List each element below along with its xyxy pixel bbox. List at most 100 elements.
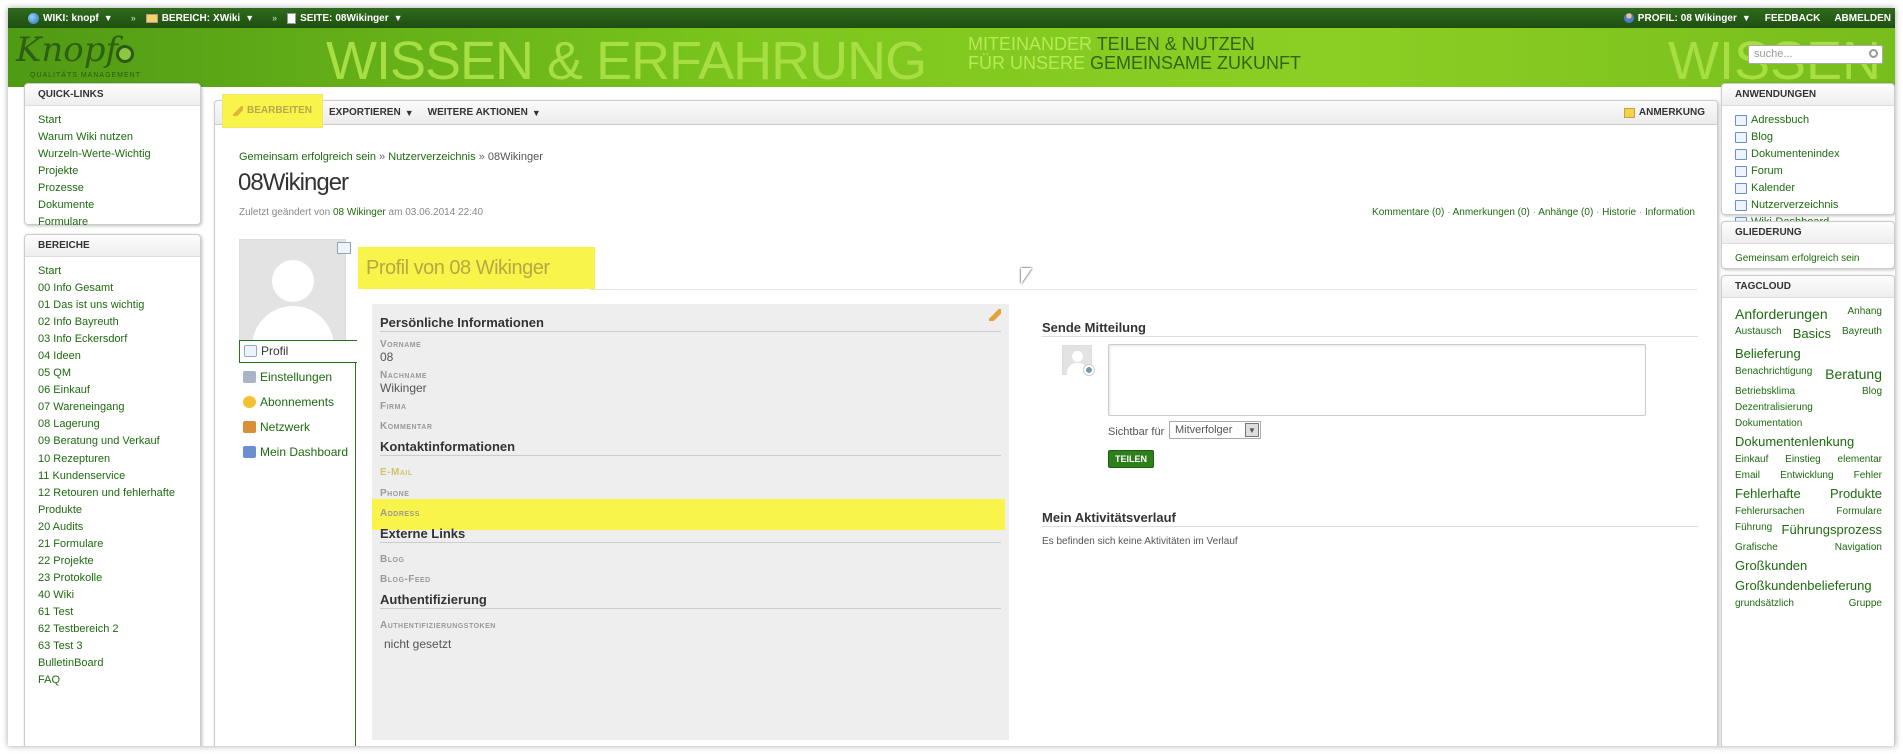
page-menu[interactable]: SEITE: 08Wikinger ▼: [287, 12, 403, 24]
tag-link[interactable]: Dezentralisierung: [1735, 400, 1813, 416]
tag-link[interactable]: Führungsprozess: [1782, 520, 1882, 540]
area-item[interactable]: 00 Info Gesamt: [38, 280, 200, 297]
page-info-link[interactable]: Anhänge (0): [1538, 207, 1593, 218]
area-item[interactable]: Produkte: [38, 502, 200, 519]
tag-link[interactable]: Großkundenbelieferung: [1735, 576, 1872, 596]
profile-menu[interactable]: PROFIL: 08 Wikinger ▼: [1623, 13, 1751, 24]
quicklink-item[interactable]: Wurzeln-Werte-Wichtig: [38, 146, 200, 163]
tag-link[interactable]: Anhang: [1848, 304, 1882, 324]
tag-link[interactable]: Email: [1735, 468, 1760, 484]
tag-link[interactable]: Anforderungen: [1735, 304, 1828, 324]
tag-link[interactable]: Austausch: [1735, 324, 1782, 344]
page-info-link[interactable]: Anmerkungen (0): [1453, 207, 1530, 218]
area-item[interactable]: 09 Beratung und Verkauf: [38, 433, 200, 450]
area-item[interactable]: FAQ: [38, 672, 200, 689]
app-item[interactable]: Forum: [1735, 163, 1894, 180]
area-item[interactable]: 03 Info Eckersdorf: [38, 331, 200, 348]
area-item[interactable]: 08 Lagerung: [38, 416, 200, 433]
feedback-link[interactable]: FEEDBACK: [1765, 13, 1821, 24]
wiki-menu[interactable]: WIKI: knopf ▼: [28, 12, 113, 24]
tag-link[interactable]: Formulare: [1836, 504, 1882, 520]
area-item[interactable]: 01 Das ist uns wichtig: [38, 297, 200, 314]
tag-link[interactable]: Grafische: [1735, 540, 1778, 556]
quicklink-item[interactable]: Dokumente: [38, 197, 200, 214]
area-item[interactable]: 12 Retouren und fehlerhafte: [38, 485, 200, 502]
edit-avatar-icon[interactable]: [337, 242, 351, 254]
tag-link[interactable]: Fehlerhafte: [1735, 484, 1801, 504]
app-item[interactable]: Adressbuch: [1735, 112, 1894, 129]
app-item[interactable]: Nutzerverzeichnis: [1735, 197, 1894, 214]
tag-link[interactable]: Fehler: [1854, 468, 1882, 484]
tag-link[interactable]: Dokumentation: [1735, 416, 1802, 432]
area-item[interactable]: Start: [38, 263, 200, 280]
outline-item[interactable]: Gemeinsam erfolgreich sein: [1735, 250, 1894, 267]
search-input[interactable]: suche...: [1748, 45, 1883, 64]
tag-link[interactable]: elementar: [1838, 452, 1882, 468]
area-item[interactable]: 22 Projekte: [38, 553, 200, 570]
quicklink-item[interactable]: Start: [38, 112, 200, 129]
area-item[interactable]: 40 Wiki: [38, 587, 200, 604]
edit-button[interactable]: BEARBEITEN: [223, 94, 323, 127]
tag-link[interactable]: Bayreuth: [1842, 324, 1882, 344]
quicklink-item[interactable]: Projekte: [38, 163, 200, 180]
page-info-link[interactable]: Kommentare (0): [1372, 207, 1444, 218]
tag-link[interactable]: Fehlerursachen: [1735, 504, 1804, 520]
tag-link[interactable]: Basics: [1793, 324, 1831, 344]
page-info-link[interactable]: Historie: [1602, 207, 1636, 218]
area-menu[interactable]: BEREICH: XWiki ▼: [145, 13, 254, 24]
author-link[interactable]: 08 Wikinger: [333, 207, 386, 218]
tag-link[interactable]: Einstieg: [1785, 452, 1821, 468]
quicklink-item[interactable]: Warum Wiki nutzen: [38, 129, 200, 146]
visibility-select[interactable]: Mitverfolger ▼: [1169, 421, 1261, 439]
area-item[interactable]: 04 Ideen: [38, 348, 200, 365]
area-item[interactable]: 06 Einkauf: [38, 382, 200, 399]
annotation-button[interactable]: ANMERKUNG: [1617, 101, 1717, 124]
more-actions-menu[interactable]: WEITERE AKTIONEN ▼: [421, 101, 548, 124]
tag-link[interactable]: Beratung: [1825, 364, 1882, 384]
breadcrumb-link[interactable]: Gemeinsam erfolgreich sein: [239, 151, 376, 163]
tag-link[interactable]: Produkte: [1830, 484, 1882, 504]
tag-link[interactable]: Führung: [1735, 520, 1772, 540]
quicklink-item[interactable]: Prozesse: [38, 180, 200, 197]
tag-link[interactable]: grundsätzlich: [1735, 596, 1794, 612]
tag-link[interactable]: Großkunden: [1735, 556, 1807, 576]
area-item[interactable]: 10 Rezepturen: [38, 451, 200, 468]
area-item[interactable]: 02 Info Bayreuth: [38, 314, 200, 331]
tag-link[interactable]: Dokumentenlenkung: [1735, 432, 1854, 452]
tag-link[interactable]: Navigation: [1835, 540, 1882, 556]
area-item[interactable]: BulletinBoard: [38, 655, 200, 672]
logo[interactable]: Knopf: [16, 30, 118, 70]
tag-link[interactable]: Benachrichtigung: [1735, 364, 1812, 384]
area-item[interactable]: 62 Testbereich 2: [38, 621, 200, 638]
share-button[interactable]: TEILEN: [1108, 450, 1154, 468]
app-item[interactable]: Kalender: [1735, 180, 1894, 197]
area-item[interactable]: 63 Test 3: [38, 638, 200, 655]
export-menu[interactable]: EXPORTIEREN ▼: [322, 101, 421, 124]
area-item[interactable]: 07 Wareneingang: [38, 399, 200, 416]
search-icon[interactable]: [1869, 49, 1878, 58]
area-item[interactable]: 11 Kundenservice: [38, 468, 200, 485]
area-item[interactable]: 21 Formulare: [38, 536, 200, 553]
tag-link[interactable]: Blog: [1862, 384, 1882, 400]
tag-link[interactable]: Belieferung: [1735, 344, 1801, 364]
logout-link[interactable]: ABMELDEN: [1834, 13, 1891, 24]
profile-nav-dashboard[interactable]: Mein Dashboard: [239, 442, 355, 463]
tag-link[interactable]: Entwicklung: [1780, 468, 1833, 484]
profile-nav-profile-card[interactable]: Profil: [239, 340, 357, 363]
profile-nav-wrench[interactable]: Einstellungen: [239, 367, 355, 388]
tag-link[interactable]: Betriebsklima: [1735, 384, 1795, 400]
area-item[interactable]: 23 Protokolle: [38, 570, 200, 587]
app-item[interactable]: Blog: [1735, 129, 1894, 146]
area-item[interactable]: 05 QM: [38, 365, 200, 382]
profile-nav-star[interactable]: Abonnements: [239, 392, 355, 413]
tag-link[interactable]: Gruppe: [1849, 596, 1882, 612]
area-item[interactable]: 20 Audits: [38, 519, 200, 536]
breadcrumb-link[interactable]: Nutzerverzeichnis: [388, 151, 475, 163]
page-info-link[interactable]: Information: [1645, 207, 1695, 218]
message-textarea[interactable]: [1108, 344, 1646, 416]
profile-nav-network[interactable]: Netzwerk: [239, 417, 355, 438]
area-item[interactable]: 61 Test: [38, 604, 200, 621]
quicklink-item[interactable]: Formulare: [38, 214, 200, 231]
app-item[interactable]: Dokumentenindex: [1735, 146, 1894, 163]
tag-link[interactable]: Einkauf: [1735, 452, 1768, 468]
